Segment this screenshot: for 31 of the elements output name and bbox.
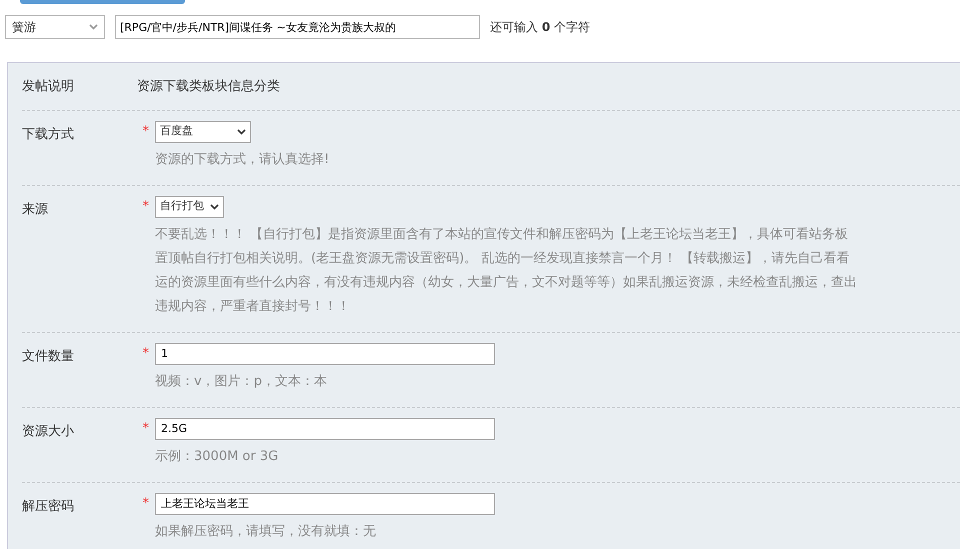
field-label: 解压密码	[22, 498, 75, 516]
field-value: 资源下载类板块信息分类	[137, 78, 281, 96]
required-mark: *	[142, 344, 149, 363]
required-mark: *	[142, 494, 149, 513]
text-input[interactable]: 1	[155, 342, 495, 364]
text-input[interactable]: 2.5G	[155, 418, 495, 440]
hint-text: 置顶帖自行打包相关说明。(老王盘资源无需设置密码)。 乱选的一经发现直接禁言一个月！ 【转载搬运】，请先自己看看	[155, 250, 850, 268]
hint-text: 违规内容，严重者直接封号！！！	[155, 298, 351, 316]
hint-text: 如果解压密码，请填写，没有就填：无	[155, 522, 377, 540]
caret-icon	[237, 128, 246, 134]
field-label: 来源	[22, 200, 49, 218]
caret-icon	[89, 24, 98, 30]
char-counter: 还可输入 0 个字符	[490, 19, 590, 36]
dropdown-select[interactable]: 百度盘	[155, 120, 251, 142]
hint-text: 运的资源里面有些什么内容，有没有违规内容（幼女，大量广告，文不对题等等）如果乱搬运资源，未经检查乱搬运，查出	[155, 274, 858, 292]
required-mark: *	[142, 198, 149, 216]
field-label: 发帖说明	[22, 78, 75, 96]
title-input[interactable]: [RPG/官中/步兵/NTR]间谍任务 ~女友竟沦为贵族大叔的	[115, 15, 480, 39]
category-select[interactable]: 簧游	[5, 15, 105, 39]
hint-text: 资源的下载方式，请认真选择!	[155, 150, 330, 168]
required-mark: *	[142, 420, 149, 438]
hint-text: 不要乱选！！！ 【自行打包】是指资源里面含有了本站的宣传文件和解压密码为【上老王论坛当老王】，具体可看站务板	[155, 226, 850, 244]
text-input[interactable]: 上老王论坛当老王	[155, 492, 495, 514]
dropdown-select[interactable]: 自行打包	[155, 196, 224, 218]
hint-text: 示例：3000M or 3G	[155, 448, 280, 466]
field-label: 资源大小	[22, 422, 75, 440]
hint-text: 视频：v，图片：p，文本：本	[155, 372, 328, 390]
field-label: 文件数量	[22, 348, 75, 366]
field-label: 下载方式	[22, 126, 75, 144]
caret-icon	[210, 204, 219, 210]
required-mark: *	[142, 122, 149, 141]
